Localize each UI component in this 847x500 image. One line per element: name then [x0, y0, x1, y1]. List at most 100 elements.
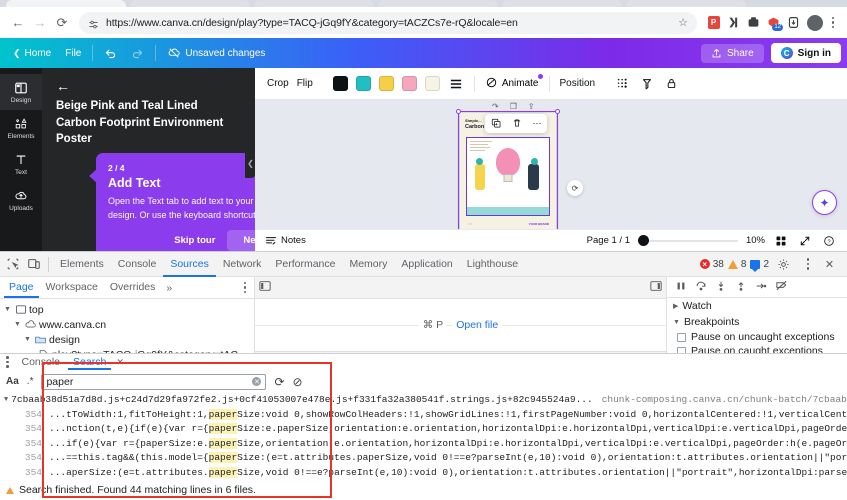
pause-uncaught-row[interactable]: Pause on uncaught exceptions: [667, 330, 847, 344]
open-file-link[interactable]: Open file: [452, 319, 503, 331]
transparency-grid-icon[interactable]: [615, 76, 631, 92]
tab-application[interactable]: Application: [394, 252, 459, 277]
chevron-down-icon[interactable]: ▼: [23, 336, 32, 343]
redo-button[interactable]: [124, 43, 151, 64]
show-debugger-icon[interactable]: [650, 280, 662, 295]
browser-tab[interactable]: [130, 0, 250, 7]
expand-icon[interactable]: [797, 233, 813, 249]
home-button[interactable]: ❮ Home: [6, 44, 58, 63]
navigator-menu-icon[interactable]: [243, 281, 251, 294]
panel-collapse-button[interactable]: ❮: [245, 148, 255, 178]
browser-tab[interactable]: [378, 0, 498, 7]
file-menu-button[interactable]: File: [58, 44, 88, 63]
tree-node-origin[interactable]: ▼ www.canva.cn: [0, 317, 254, 332]
rotate-handle-icon[interactable]: ⟳: [567, 180, 583, 196]
result-row[interactable]: 354 ...nction(t,e){if(e){var r={paperSiz…: [0, 422, 847, 437]
color-swatch[interactable]: [424, 76, 440, 91]
extension-icon[interactable]: [786, 15, 801, 30]
chevron-down-icon[interactable]: ▼: [4, 393, 8, 408]
zoom-slider[interactable]: [637, 235, 738, 247]
error-count-badge[interactable]: × 38: [699, 259, 724, 270]
drawer-menu-icon[interactable]: [3, 356, 14, 368]
regex-toggle[interactable]: .*: [27, 376, 34, 387]
extension-icon[interactable]: 12: [766, 15, 783, 31]
tab-memory[interactable]: Memory: [342, 252, 394, 277]
next-button[interactable]: Next: [227, 230, 255, 251]
cancel-slash-icon[interactable]: ⊘: [293, 375, 303, 389]
crop-button[interactable]: Crop: [267, 78, 289, 89]
sidebar-item-uploads[interactable]: Uploads: [0, 182, 42, 218]
tree-node-folder[interactable]: ▼ design: [0, 332, 254, 347]
zoom-knob[interactable]: [637, 235, 649, 246]
show-navigator-icon[interactable]: [259, 280, 271, 295]
skip-tour-button[interactable]: Skip tour: [168, 231, 221, 250]
save-status[interactable]: Unsaved changes: [160, 42, 272, 64]
lock-icon[interactable]: [663, 76, 679, 92]
color-swatch[interactable]: [378, 76, 394, 91]
inspect-cursor-icon[interactable]: [2, 254, 23, 275]
tree-node-top[interactable]: ▼ top: [0, 302, 254, 317]
animate-button[interactable]: Animate: [485, 73, 543, 92]
checkbox[interactable]: [677, 332, 686, 342]
match-case-toggle[interactable]: Aa: [6, 376, 19, 387]
result-row[interactable]: 354 ...if(e){var r={paperSize:e.paperSiz…: [0, 437, 847, 452]
step-out-icon[interactable]: [735, 280, 747, 295]
browser-tab[interactable]: [6, 0, 126, 7]
browser-tab[interactable]: [254, 0, 374, 7]
tab-console[interactable]: Console: [111, 252, 164, 277]
sign-in-button[interactable]: C Sign in: [770, 43, 841, 63]
bookmark-star-icon[interactable]: ☆: [678, 16, 688, 29]
extension-icon[interactable]: [726, 15, 741, 30]
sidebar-item-elements[interactable]: Elements: [0, 110, 42, 146]
duplicate-icon[interactable]: [491, 118, 501, 130]
canvas-area[interactable]: ↷ ❐ ⇪ Simple... Carbon Footprint At Home: [255, 100, 847, 229]
address-bar[interactable]: https://www.canva.cn/design/play?type=TA…: [79, 11, 697, 34]
warning-count-badge[interactable]: 8: [727, 259, 746, 270]
close-x-icon[interactable]: ✕: [819, 254, 840, 275]
forward-icon[interactable]: →: [29, 12, 51, 34]
watch-section[interactable]: ▶ Watch: [667, 298, 847, 314]
search-input[interactable]: [46, 375, 253, 388]
extension-icon[interactable]: [746, 15, 761, 30]
copy-icon[interactable]: ❐: [510, 102, 517, 111]
position-button[interactable]: Position: [560, 78, 596, 89]
drawer-tab-search[interactable]: Search: [68, 355, 111, 370]
upload-icon[interactable]: ⇪: [528, 102, 535, 111]
nav-tab-overrides[interactable]: Overrides: [105, 277, 161, 298]
magic-sparkle-button[interactable]: ✦: [812, 190, 837, 215]
drawer-close-icon[interactable]: ✕: [114, 357, 124, 368]
pause-resume-icon[interactable]: [675, 280, 687, 295]
result-row[interactable]: 354 ...aperSize:(e=t.attributes.paperSiz…: [0, 466, 847, 481]
step-into-icon[interactable]: [715, 280, 727, 295]
magic-wand-icon[interactable]: [639, 76, 655, 92]
nav-tab-workspace[interactable]: Workspace: [41, 277, 103, 298]
reload-icon[interactable]: ⟳: [51, 12, 73, 34]
drawer-tab-console[interactable]: Console: [17, 355, 66, 370]
result-row[interactable]: 354 ...tToWidth:1,fitToHeight:1,paperSiz…: [0, 408, 847, 423]
share-button[interactable]: Share: [700, 43, 764, 63]
color-swatch[interactable]: [355, 76, 371, 91]
deactivate-breakpoints-icon[interactable]: [775, 279, 788, 295]
panel-back-button[interactable]: ←: [42, 68, 255, 98]
tab-network[interactable]: Network: [216, 252, 269, 277]
result-row[interactable]: 354 ...==this.tag&&(this.model={paperSiz…: [0, 451, 847, 466]
nav-tab-page[interactable]: Page: [4, 277, 39, 298]
tab-performance[interactable]: Performance: [268, 252, 342, 277]
chevron-down-icon[interactable]: ▼: [13, 321, 22, 328]
gear-icon[interactable]: [773, 254, 794, 275]
breakpoints-section[interactable]: ▼ Breakpoints: [667, 314, 847, 330]
undo-button[interactable]: [97, 43, 124, 64]
tab-elements[interactable]: Elements: [53, 252, 111, 277]
tab-sources[interactable]: Sources: [163, 252, 216, 277]
device-toggle-icon[interactable]: [23, 254, 44, 275]
clear-search-icon[interactable]: ✕: [252, 377, 262, 386]
browser-tab[interactable]: [502, 0, 622, 7]
browser-tab[interactable]: [626, 0, 746, 7]
color-swatch[interactable]: [401, 76, 417, 91]
nav-more-tabs[interactable]: »: [162, 282, 176, 294]
devtools-more-menu-icon[interactable]: [801, 258, 815, 270]
result-file-header[interactable]: ▼ 7cbaab38d51a7d8d.js+c24d7d29fa972fe2.j…: [0, 393, 847, 408]
step-icon[interactable]: [755, 280, 767, 295]
trash-icon[interactable]: [512, 118, 522, 130]
flip-button[interactable]: Flip: [297, 78, 313, 89]
